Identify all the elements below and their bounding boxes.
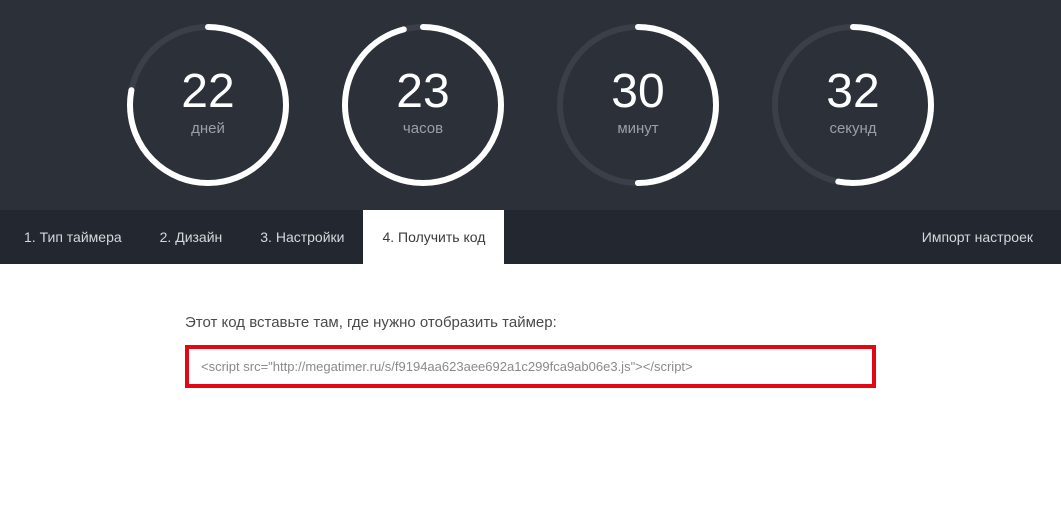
timer-row: 22 дней 23 часов 30 минут 32 bbox=[0, 20, 1061, 210]
code-highlight-box bbox=[185, 345, 876, 388]
import-settings-link[interactable]: Импорт настроек bbox=[894, 210, 1061, 264]
timer-ring-hours bbox=[338, 20, 508, 190]
content-area: Этот код вставьте там, где нужно отобраз… bbox=[0, 264, 1061, 448]
timer-ring-seconds bbox=[768, 20, 938, 190]
tab-settings[interactable]: 3. Настройки bbox=[241, 210, 363, 264]
timer-seconds: 32 секунд bbox=[768, 20, 938, 190]
timer-days: 22 дней bbox=[123, 20, 293, 190]
tab-spacer bbox=[504, 210, 893, 264]
tab-timer-type[interactable]: 1. Тип таймера bbox=[5, 210, 141, 264]
tab-get-code[interactable]: 4. Получить код bbox=[363, 210, 504, 264]
timer-hours: 23 часов bbox=[338, 20, 508, 190]
tab-design[interactable]: 2. Дизайн bbox=[141, 210, 242, 264]
timer-ring-minutes bbox=[553, 20, 723, 190]
embed-code-field[interactable] bbox=[191, 351, 870, 382]
instruction-text: Этот код вставьте там, где нужно отобраз… bbox=[185, 314, 876, 331]
tabs-bar: 1. Тип таймера 2. Дизайн 3. Настройки 4.… bbox=[0, 210, 1061, 264]
timer-ring-days bbox=[123, 20, 293, 190]
timer-preview-area: 22 дней 23 часов 30 минут 32 bbox=[0, 0, 1061, 264]
timer-minutes: 30 минут bbox=[553, 20, 723, 190]
